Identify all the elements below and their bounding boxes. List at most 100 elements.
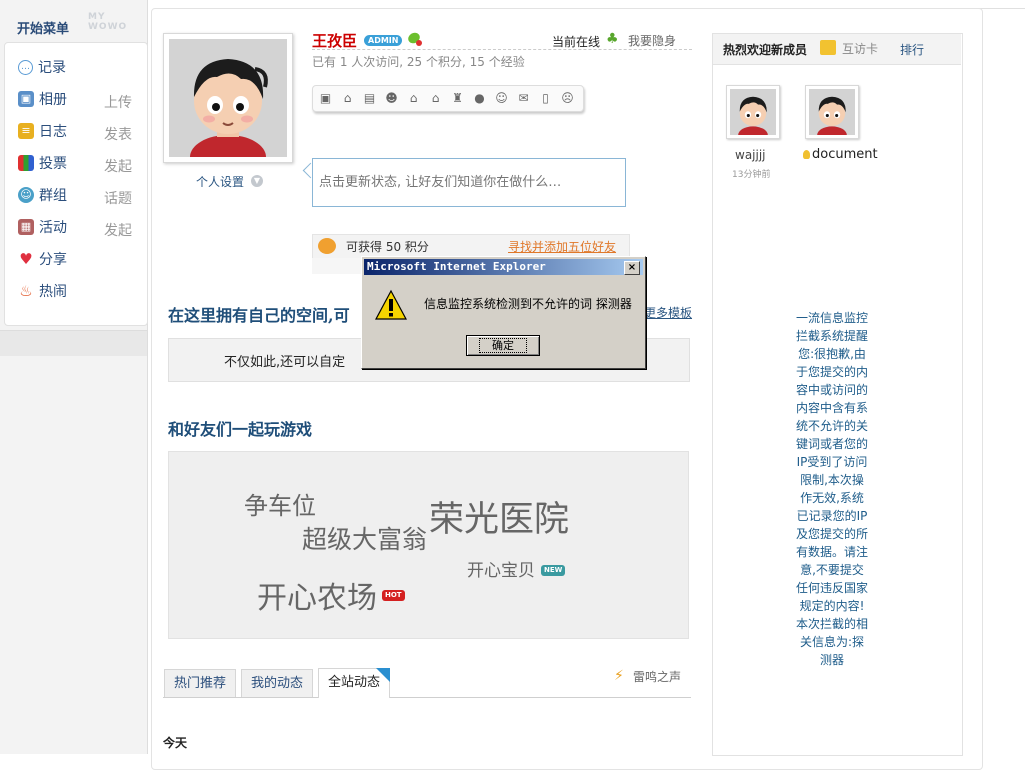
sidebar-item-label: 日志 (39, 124, 67, 140)
home-icon[interactable]: ⌂ (406, 91, 421, 106)
journal-icon: ≡ (18, 123, 34, 139)
tabs-baseline (163, 697, 691, 698)
online-status: 当前在线 (552, 35, 601, 49)
speech-bubble-icon: … (18, 59, 33, 75)
profile-icon-toolbar: ▣ ⌂ ▤ ☻ ⌂ ⌂ ♜ ● ☺ ✉ ▯ ☹ (312, 85, 584, 112)
today-heading: 今天 (163, 736, 188, 750)
photo-album-icon: ▣ (18, 91, 34, 107)
coin-icon (318, 238, 336, 254)
menu-header: 开始菜单 MY WOWO (0, 0, 147, 42)
tab-my-feed[interactable]: 我的动态 (241, 669, 313, 697)
menu-bottom-bar (0, 330, 147, 356)
member-avatar[interactable] (805, 85, 859, 139)
warning-icon (374, 289, 408, 320)
visit-card-icon (820, 40, 836, 55)
admin-badge: ADMIN (364, 35, 403, 46)
profile-card-icon[interactable]: ▣ (318, 91, 333, 106)
member-avatar[interactable] (726, 85, 780, 139)
fire-icon: ♨ (19, 282, 33, 300)
thunder-voice-link[interactable]: 雷鸣之声 (633, 668, 681, 685)
sidebar-start-poll-link[interactable]: 发起 (104, 156, 132, 176)
sidebar-item-label: 群组 (39, 188, 67, 204)
sidebar-publish-link[interactable]: 发表 (104, 124, 132, 144)
leaf-icon[interactable] (406, 31, 424, 47)
sidebar-item-label: 投票 (39, 156, 67, 172)
user-name[interactable]: 王孜臣 (312, 30, 357, 51)
interception-warning-text: 一流信息监控拦截系统提醒您:很抱歉,由于您提交的内容中或访问的内容中含有系统不允… (796, 311, 869, 667)
sidebar-item-journal[interactable]: ≡ 日志 (18, 121, 67, 141)
lightning-icon: ⚡ (614, 668, 624, 684)
games-section-title: 和好友们一起玩游戏 (168, 420, 313, 439)
go-invisible-link[interactable]: 我要隐身 (628, 32, 676, 49)
tab-corner-marker (376, 668, 390, 682)
find-friends-link[interactable]: 寻找并添加五位好友 (508, 238, 616, 255)
poll-chart-icon (18, 155, 34, 171)
sidebar-item-label: 相册 (39, 92, 67, 108)
sidebar-item-album[interactable]: ▣ 相册 (18, 89, 67, 109)
gift-icon[interactable]: ⌂ (340, 91, 355, 106)
member-name-link[interactable]: document (803, 147, 878, 162)
sidebar-upload-link[interactable]: 上传 (104, 92, 132, 112)
qq-penguin-icon[interactable]: ● (472, 91, 487, 106)
group-chat-icon[interactable]: ☹ (560, 91, 575, 106)
game-link-parking[interactable]: 争车位 (244, 486, 316, 521)
sidebar-item-share[interactable]: ♥ 分享 (18, 249, 67, 269)
hot-badge: HOT (382, 590, 405, 601)
sidebar-item-hot[interactable]: ♨ 热闹 (18, 281, 67, 301)
close-icon[interactable]: × (624, 261, 640, 275)
sidebar-topic-link[interactable]: 话题 (104, 188, 132, 208)
game-link-hospital[interactable]: 荣光医院 (429, 491, 569, 542)
cartoon-avatar-icon (817, 96, 847, 135)
ie-alert-dialog: Microsoft Internet Explorer × 信息监控系统检测到不… (361, 256, 646, 369)
header-divider (312, 49, 692, 50)
tab-hot-recommend[interactable]: 热门推荐 (164, 669, 236, 697)
games-cloud (168, 451, 689, 639)
sidebar-item-label: 热闹 (39, 284, 67, 300)
dialog-title: Microsoft Internet Explorer (367, 260, 546, 273)
sidebar-item-label: 记录 (38, 60, 66, 76)
menu-title: 开始菜单 (17, 22, 70, 37)
id-card-icon[interactable]: ▤ (362, 91, 377, 106)
sidebar-item-label: 活动 (39, 220, 67, 236)
dialog-message: 信息监控系统检测到不允许的词 探测器 (424, 297, 632, 311)
ok-button[interactable]: 确定 (466, 335, 540, 356)
castle-icon[interactable]: ♜ (450, 91, 465, 106)
personal-settings-link[interactable]: 个人设置 (196, 173, 244, 190)
sidebar-item-group[interactable]: ☺ 群组 (18, 185, 67, 205)
mail-icon[interactable]: ✉ (516, 91, 531, 106)
dialog-title-bar[interactable]: Microsoft Internet Explorer × (364, 259, 643, 275)
game-link-baby[interactable]: 开心宝贝 (467, 556, 535, 581)
member-join-time: 13分钟前 (732, 170, 771, 180)
profile-avatar[interactable] (163, 33, 293, 163)
new-badge: NEW (541, 565, 566, 576)
cartoon-avatar-icon (190, 59, 268, 157)
visit-card-link[interactable]: 互访卡 (842, 40, 878, 57)
reward-points: 可获得 50 积分 (346, 240, 429, 254)
clover-icon: ♣ (606, 31, 619, 47)
game-link-farm[interactable]: 开心农场 (257, 573, 377, 617)
cartoon-avatar-icon (738, 96, 768, 135)
mobile-icon[interactable]: ▯ (538, 91, 553, 106)
ranking-link[interactable]: 排行 (900, 41, 924, 58)
group-icon: ☺ (18, 187, 34, 203)
member-name-link[interactable]: wajjjj (735, 148, 766, 162)
ok-button-label: 确定 (479, 338, 527, 353)
sidebar-start-activity-link[interactable]: 发起 (104, 220, 132, 240)
lightbulb-icon (803, 150, 810, 159)
status-input[interactable] (312, 158, 626, 207)
heart-share-icon: ♥ (19, 250, 33, 268)
chevron-down-icon[interactable]: ▼ (251, 175, 263, 187)
sidebar-item-record[interactable]: … 记录 (18, 57, 66, 77)
more-templates-link[interactable]: 更多模板 (644, 304, 692, 321)
user-icon[interactable]: ☻ (384, 91, 399, 106)
house-icon[interactable]: ⌂ (428, 91, 443, 106)
game-link-monopoly[interactable]: 超级大富翁 (302, 520, 427, 556)
calendar-icon: ▦ (18, 219, 34, 235)
sidebar-item-activity[interactable]: ▦ 活动 (18, 217, 67, 237)
menu-watermark: MY WOWO (88, 12, 128, 32)
friends-icon[interactable]: ☺ (494, 91, 509, 106)
profile-stats: 已有 1 人次访问, 25 个积分, 15 个经验 (312, 55, 525, 69)
member-name-text: document (812, 147, 878, 162)
sidebar-item-poll[interactable]: 投票 (18, 153, 67, 173)
sidebar-item-label: 分享 (39, 252, 67, 268)
